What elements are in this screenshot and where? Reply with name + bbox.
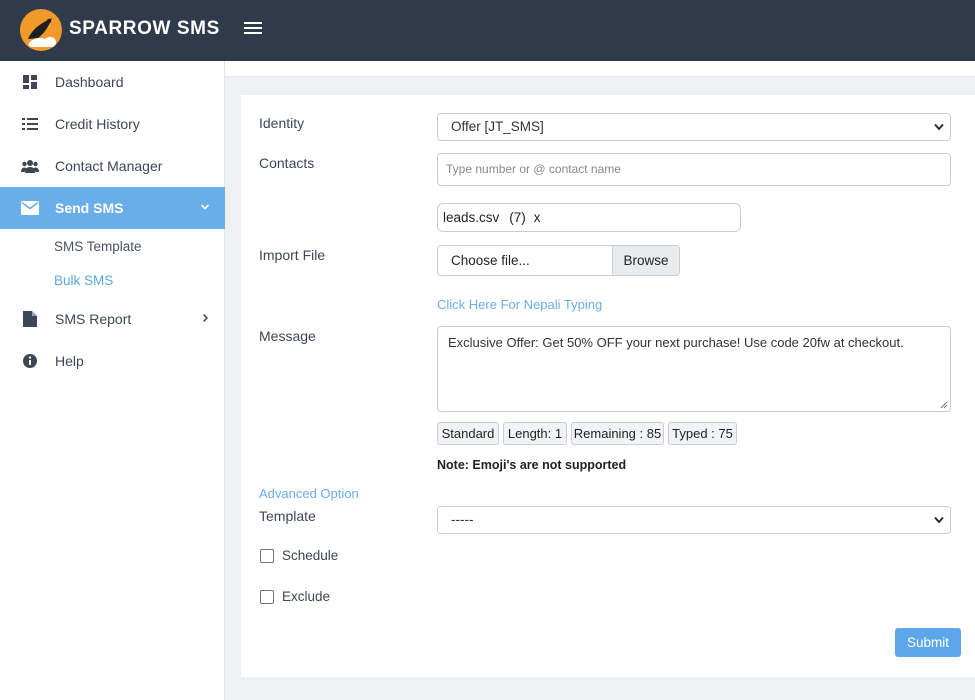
contacts-input[interactable]: Type number or @ contact name	[437, 153, 951, 186]
identity-selected-value: Offer [JT_SMS]	[451, 119, 544, 134]
sidebar-item-label: Send SMS	[55, 200, 124, 216]
chevron-right-icon	[202, 313, 209, 323]
schedule-label: Schedule	[282, 548, 339, 563]
identity-label: Identity	[259, 115, 305, 131]
info-icon	[23, 354, 37, 368]
sidebar-subitem-sms-template[interactable]: SMS Template	[54, 239, 142, 254]
file-name: leads.csv	[443, 210, 500, 225]
browse-button[interactable]: Browse	[612, 245, 680, 276]
chevron-down-icon	[934, 516, 944, 524]
sidebar-item-label: Contact Manager	[55, 158, 163, 174]
users-icon	[21, 160, 39, 173]
file-contact-count: (7)	[509, 210, 526, 225]
brand-name: SPARROW SMS	[69, 18, 220, 39]
sidebar-item-label: Credit History	[55, 116, 140, 132]
typed-badge: Typed : 75	[668, 422, 737, 445]
contacts-placeholder: Type number or @ contact name	[446, 162, 621, 176]
advanced-option-link[interactable]: Advanced Option	[259, 486, 359, 501]
hamburger-icon[interactable]	[244, 19, 266, 39]
content-top-strip	[225, 61, 975, 77]
sidebar-item-label: SMS Report	[55, 311, 132, 327]
envelope-icon	[21, 201, 39, 215]
sidebar-item-credit-history[interactable]: Credit History	[0, 103, 225, 145]
contacts-label: Contacts	[259, 155, 315, 171]
nepali-typing-link[interactable]: Click Here For Nepali Typing	[437, 297, 602, 312]
list-icon	[22, 118, 38, 130]
remaining-badge: Remaining : 85	[571, 422, 664, 445]
sparrow-logo[interactable]	[19, 8, 63, 52]
message-text: Exclusive Offer: Get 50% OFF your next p…	[448, 335, 904, 350]
sidebar-item-sms-report[interactable]: SMS Report	[0, 298, 225, 340]
import-file-label: Import File	[259, 247, 326, 263]
submit-button[interactable]: Submit	[895, 628, 961, 657]
choose-file-input[interactable]: Choose file...	[437, 245, 613, 276]
imported-file-chip: leads.csv (7) x	[437, 203, 741, 232]
resize-handle-icon[interactable]	[940, 401, 948, 409]
sidebar-item-send-sms[interactable]: Send SMS	[0, 187, 225, 229]
identity-select[interactable]: Offer [JT_SMS]	[437, 113, 951, 141]
schedule-checkbox[interactable]	[260, 549, 274, 563]
sidebar-item-label: Help	[55, 353, 84, 369]
top-header: SPARROW SMS	[0, 0, 975, 61]
sidebar-item-dashboard[interactable]: Dashboard	[0, 61, 225, 103]
template-selected-value: -----	[451, 512, 474, 527]
template-label: Template	[259, 508, 316, 524]
template-select[interactable]: -----	[437, 506, 951, 534]
message-label: Message	[259, 328, 316, 344]
dashboard-icon	[23, 75, 37, 89]
message-textarea[interactable]: Exclusive Offer: Get 50% OFF your next p…	[437, 326, 951, 412]
file-icon	[23, 311, 37, 327]
sidebar-item-contact-manager[interactable]: Contact Manager	[0, 145, 225, 187]
sidebar-item-help[interactable]: Help	[0, 340, 225, 382]
chevron-down-icon	[934, 123, 944, 131]
sidebar: Dashboard Credit History Contact Manager…	[0, 61, 225, 700]
length-badge: Length: 1	[503, 422, 567, 445]
sidebar-item-label: Dashboard	[55, 74, 124, 90]
remove-file-button[interactable]: x	[534, 210, 541, 225]
sidebar-subitem-bulk-sms[interactable]: Bulk SMS	[54, 273, 113, 288]
exclude-label: Exclude	[282, 589, 331, 604]
sms-type-badge: Standard	[437, 422, 499, 445]
exclude-checkbox[interactable]	[260, 590, 274, 604]
emoji-note: Note: Emoji's are not supported	[437, 458, 627, 472]
chevron-down-icon	[200, 204, 210, 210]
